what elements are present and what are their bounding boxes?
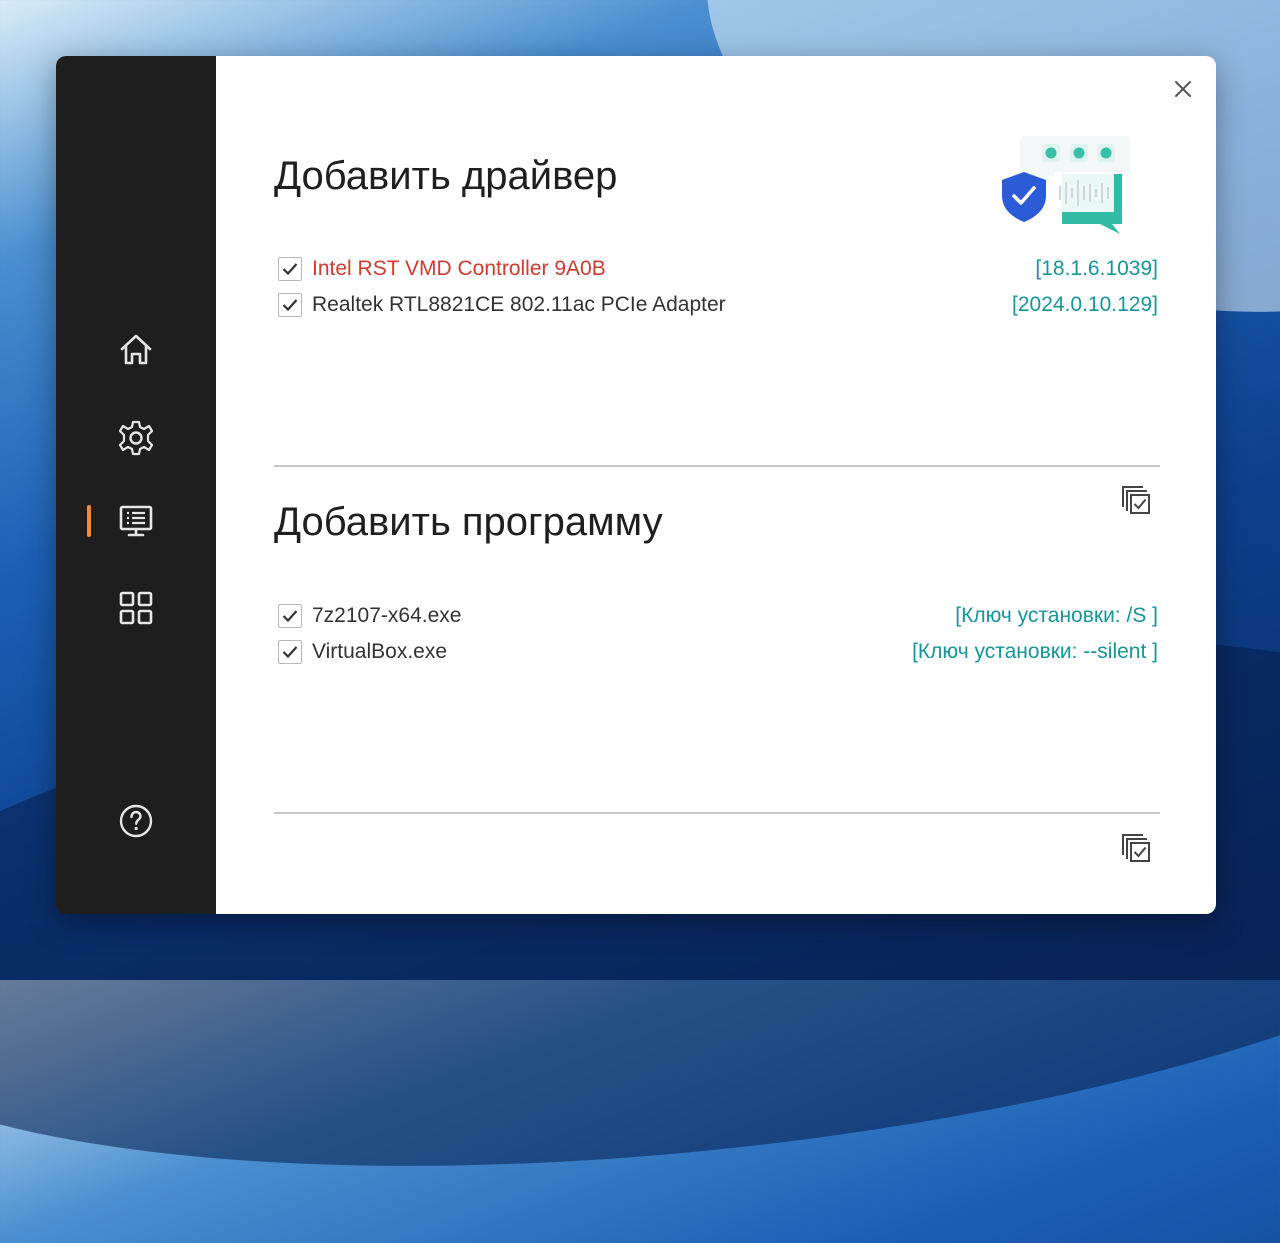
driver-name: Realtek RTL8821CE 802.11ac PCIe Adapter	[312, 293, 726, 316]
driver-checkbox[interactable]	[278, 257, 302, 281]
program-row: 7z2107-x64.exe [Ключ установки: /S ]	[278, 601, 1158, 631]
programs-select-all-button[interactable]	[1118, 830, 1154, 866]
select-all-icon	[1122, 486, 1150, 514]
select-all-icon	[1122, 834, 1150, 862]
checkmark-icon	[282, 646, 298, 659]
sidebar-item-apps[interactable]	[106, 578, 166, 638]
close-button[interactable]	[1168, 74, 1198, 104]
driver-row: Realtek RTL8821CE 802.11ac PCIe Adapter …	[278, 290, 1158, 320]
home-icon	[120, 334, 152, 365]
sidebar	[56, 56, 216, 914]
program-checkbox[interactable]	[278, 604, 302, 628]
active-nav-indicator	[87, 505, 91, 537]
checkmark-icon	[282, 263, 298, 276]
programs-section-title: Добавить программу	[274, 500, 663, 544]
sidebar-item-settings[interactable]	[106, 408, 166, 468]
drivers-select-all-button[interactable]	[1118, 482, 1154, 518]
help-icon	[119, 804, 153, 838]
program-row: VirtualBox.exe [Ключ установки: --silent…	[278, 637, 1158, 667]
drivers-section-title: Добавить драйвер	[274, 154, 618, 198]
program-install-key: [Ключ установки: /S ]	[955, 604, 1158, 627]
program-install-key: [Ключ установки: --silent ]	[912, 640, 1158, 663]
close-icon	[1175, 81, 1191, 97]
program-name: 7z2107-x64.exe	[312, 604, 462, 627]
checkmark-icon	[282, 610, 298, 623]
grid-icon	[119, 591, 153, 625]
section-divider	[274, 465, 1160, 467]
section-divider	[274, 812, 1160, 814]
monitor-list-icon	[119, 505, 153, 537]
gear-icon	[118, 420, 154, 456]
main-panel: Добавить драйвер Intel RST VMD Controlle…	[216, 56, 1216, 914]
program-name: VirtualBox.exe	[312, 640, 448, 663]
driver-row: Intel RST VMD Controller 9A0B [18.1.6.10…	[278, 254, 1158, 284]
sidebar-item-install-list[interactable]	[106, 491, 166, 551]
sidebar-item-home[interactable]	[106, 320, 166, 380]
driver-checkbox[interactable]	[278, 293, 302, 317]
help-button[interactable]	[106, 791, 166, 851]
driver-illustration	[1002, 136, 1130, 234]
checkmark-icon	[282, 299, 298, 312]
program-checkbox[interactable]	[278, 640, 302, 664]
app-window: Добавить драйвер Intel RST VMD Controlle…	[56, 56, 1216, 914]
driver-name: Intel RST VMD Controller 9A0B	[312, 257, 606, 280]
driver-version: [2024.0.10.129]	[1012, 293, 1158, 316]
driver-version: [18.1.6.1039]	[1035, 257, 1158, 280]
